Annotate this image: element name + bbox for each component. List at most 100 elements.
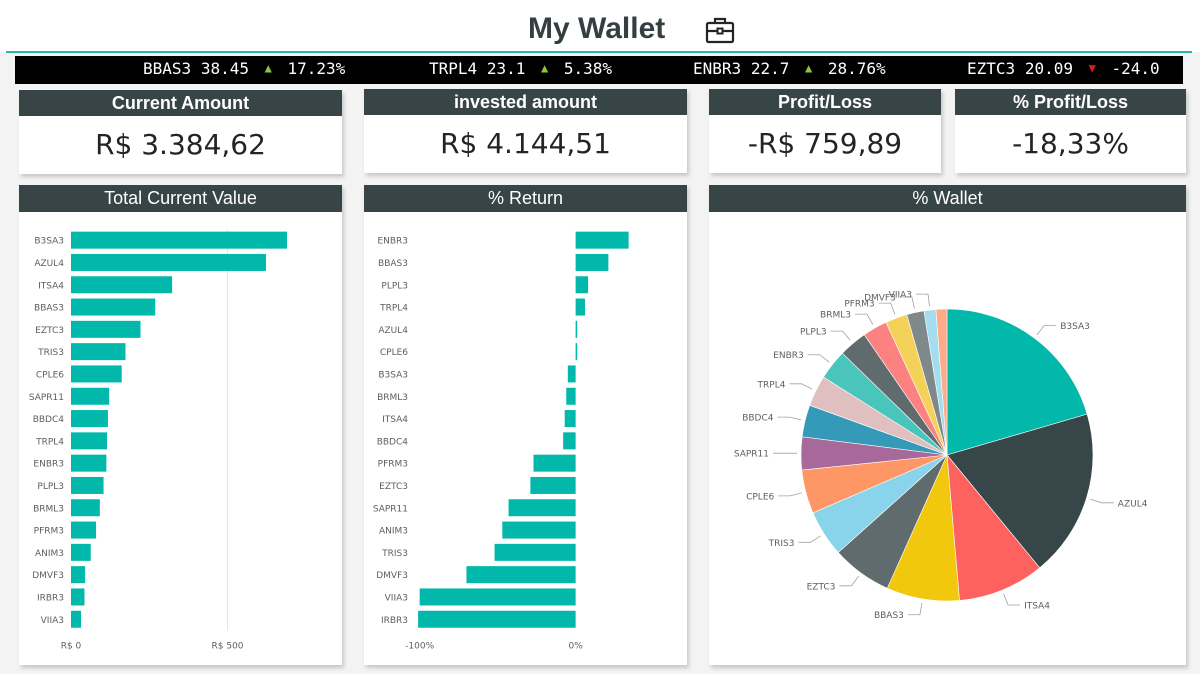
bar (71, 566, 86, 584)
bar (508, 499, 576, 517)
category-label: ITSA4 (382, 415, 408, 425)
title-bar: My Wallet (0, 0, 1200, 52)
wallet-pie-chart: B3SA3 AZUL4 ITSA4 BBAS3 EZTC3 TRIS3 CPLE6 SAPR1… (734, 291, 1148, 622)
bar (71, 588, 85, 606)
category-label: VIIA3 (385, 593, 408, 603)
category-label: BRML3 (33, 504, 64, 514)
category-label: B3SA3 (378, 370, 408, 380)
ticker-item: EZTC3 20.09 ▼ -24.0 (967, 59, 1160, 78)
ticker-change: -24.0 (1111, 59, 1160, 78)
leader-line (916, 293, 930, 307)
ticker-change: 5.38% (563, 59, 613, 78)
bar (71, 610, 82, 628)
bar (71, 476, 104, 494)
up-arrow-icon: ▲ (540, 61, 549, 75)
bar (575, 231, 629, 249)
category-label: EZTC3 (35, 326, 64, 336)
slice-label: ITSA4 (1024, 602, 1050, 612)
bar (530, 476, 576, 494)
kpi-label: % Profit/Loss (955, 89, 1186, 115)
total-current-value-chart: B3SA3 AZUL4 ITSA4 BBAS3 EZTC3 TRIS3 CPLE6 SAPR1… (29, 229, 287, 651)
bar (71, 432, 107, 450)
category-label: PLPL3 (37, 482, 64, 492)
slice-label: SAPR11 (734, 450, 769, 460)
slice-label: TRPL4 (757, 380, 786, 390)
category-label: CPLE6 (380, 348, 408, 358)
bar (566, 387, 576, 405)
slice-label: B3SA3 (1060, 322, 1090, 332)
leader-line (854, 313, 874, 325)
ticker-item: TRPL4 23.1 ▲ 5.38% (429, 59, 612, 78)
ticker-price: 38.45 (200, 59, 249, 78)
kpi-value: R$ 4.144,51 (440, 127, 611, 160)
bar (567, 365, 576, 383)
chart-title: Total Current Value (19, 185, 342, 212)
leader-line (878, 302, 896, 315)
category-label: ANIM3 (379, 527, 408, 537)
bar (418, 610, 576, 628)
up-arrow-icon: ▲ (264, 61, 272, 75)
ticker-symbol: ENBR3 (693, 59, 742, 78)
page-title: My Wallet (528, 12, 666, 45)
down-arrow-icon: ▼ (1088, 61, 1096, 75)
category-label: AZUL4 (34, 259, 64, 269)
category-label: DMVF3 (376, 571, 408, 581)
bar (575, 253, 609, 271)
briefcase-icon (705, 17, 735, 44)
category-label: TRPL4 (379, 304, 408, 314)
category-label: BBDC4 (377, 437, 409, 447)
category-label: CPLE6 (36, 370, 64, 380)
chart-title: % Return (364, 185, 687, 212)
kpi-value: -R$ 759,89 (747, 127, 903, 160)
ticker-price: 22.7 (750, 59, 790, 78)
tick-label: R$ 0 (61, 641, 82, 651)
slice-label: AZUL4 (1118, 499, 1148, 509)
slice-label: EZTC3 (807, 582, 836, 592)
bar (71, 454, 107, 472)
category-label: EZTC3 (379, 482, 408, 492)
wallet-card: % Wallet B3SA3 AZUL4 ITSA4 BBAS3 EZTC3 TRIS3 C… (709, 185, 1186, 665)
bar (563, 432, 576, 450)
bar (575, 276, 589, 294)
return-chart: ENBR3 BBAS3 PLPL3 TRPL4 AZUL4 CPLE6 B3SA3 BRML3… (373, 231, 629, 651)
total-current-value-card: Total Current Value B3SA3 AZUL4 ITSA4 BBAS3… (19, 185, 342, 665)
slice-label: PLPL3 (800, 328, 827, 338)
tick-label: 0% (568, 641, 583, 651)
tick-label: -100% (405, 641, 434, 651)
bar (575, 298, 585, 316)
kpi-label: Profit/Loss (709, 89, 941, 115)
bar (71, 521, 97, 539)
category-label: DMVF3 (32, 571, 64, 581)
leader-line (1003, 593, 1021, 606)
bar (502, 521, 576, 539)
bar (71, 387, 110, 405)
category-label: AZUL4 (378, 326, 408, 336)
bar (71, 499, 100, 517)
bar (71, 320, 141, 338)
category-label: B3SA3 (34, 237, 64, 247)
ticker-change: 17.23% (287, 59, 346, 78)
category-label: VIIA3 (41, 616, 64, 626)
category-label: ANIM3 (35, 549, 64, 559)
category-label: SAPR11 (29, 393, 64, 403)
return-card: % Return ENBR3 BBAS3 PLPL3 TRPL4 AZUL4 CPLE6 B… (364, 185, 687, 665)
bar (71, 365, 122, 383)
bar (466, 566, 576, 584)
category-label: IRBR3 (37, 593, 64, 603)
bar (575, 320, 578, 338)
slice-label: CPLE6 (746, 492, 774, 502)
chart-title: % Wallet (709, 185, 1186, 212)
category-label: BBDC4 (33, 415, 65, 425)
category-label: BBAS3 (34, 304, 64, 314)
kpi-value: R$ 3.384,62 (95, 128, 266, 161)
bar (71, 543, 91, 561)
slice-label: BBDC4 (742, 414, 774, 424)
category-label: SAPR11 (373, 504, 408, 514)
category-label: ENBR3 (377, 237, 408, 247)
category-label: PFRM3 (34, 527, 64, 537)
slice-label: BBAS3 (874, 611, 904, 621)
ticker-price: 20.09 (1024, 59, 1073, 78)
ticker-symbol: EZTC3 (967, 59, 1016, 78)
category-label: BBAS3 (378, 259, 408, 269)
kpi-current-amount: Current Amount R$ 3.384,62 (19, 90, 342, 174)
